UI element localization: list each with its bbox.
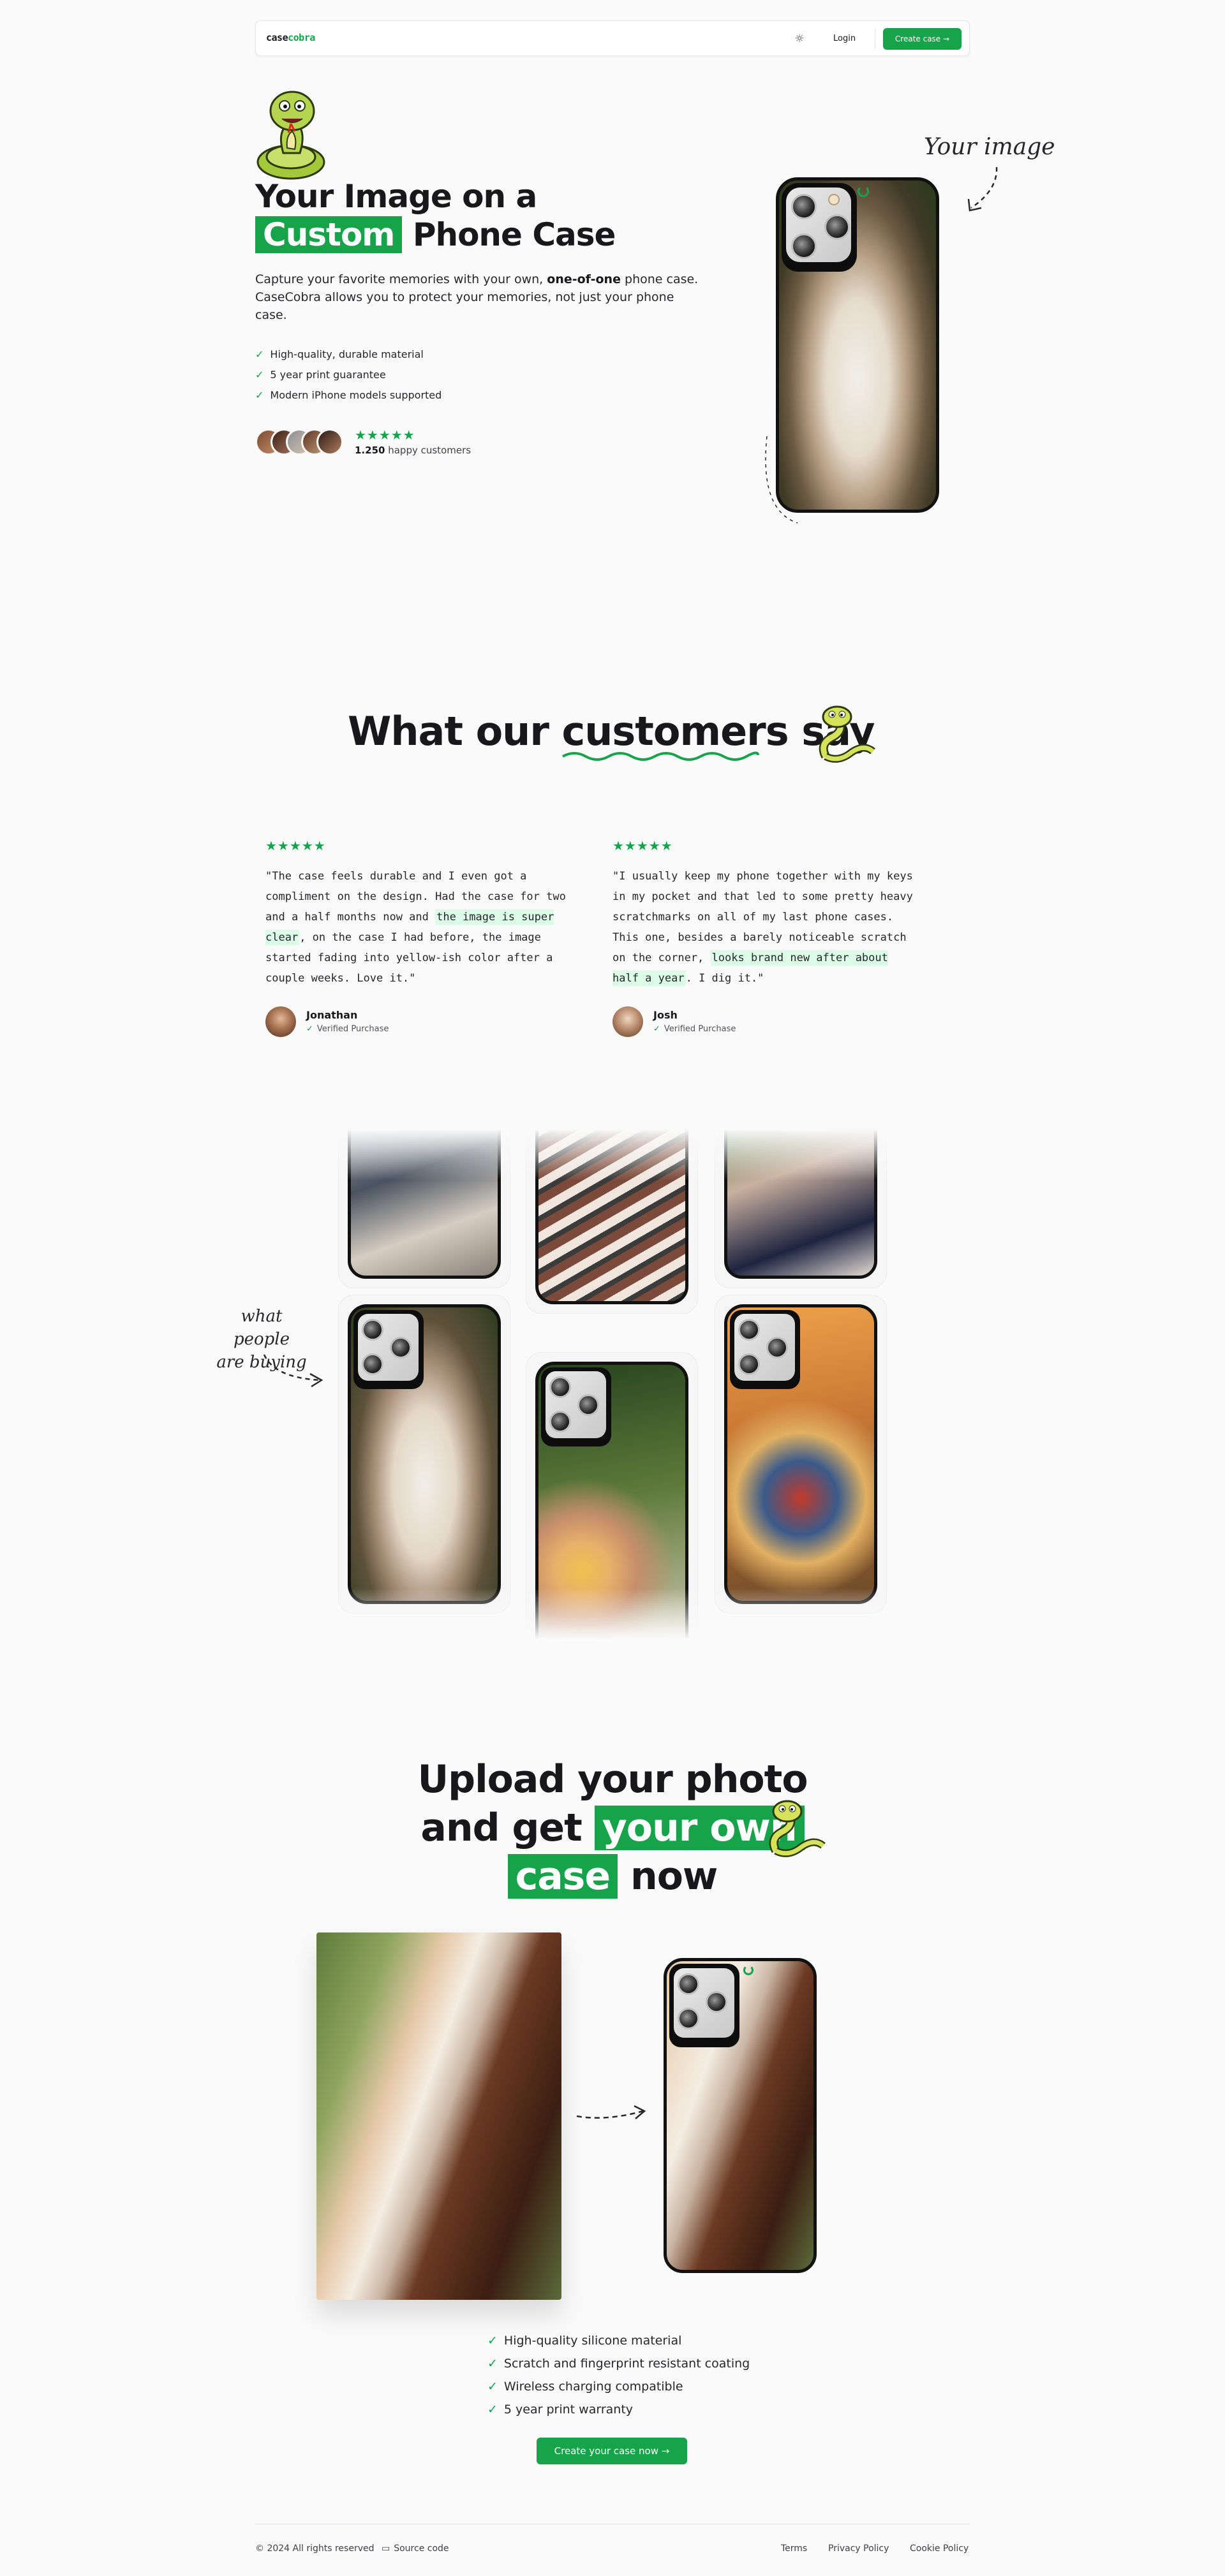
- check-icon: ✓: [255, 348, 264, 360]
- arrow-right-icon: →: [661, 2445, 670, 2457]
- source-photo: [316, 1932, 561, 2300]
- create-your-case-button[interactable]: Create your case now →: [537, 2438, 687, 2464]
- feature-list: ✓ High-quality, durable material ✓ 5 year …: [255, 344, 442, 406]
- cobra-logo-icon: [743, 1965, 754, 1975]
- your-image-annotation: Your image: [924, 134, 1055, 160]
- source-code-link[interactable]: ▭ Source code: [382, 2543, 449, 2554]
- phone-gallery: [332, 1129, 893, 1639]
- review-text: "I usually keep my phone together with m…: [612, 870, 913, 986]
- review-card: ★★★★★ "I usually keep my phone together …: [612, 838, 919, 1038]
- create-case-button[interactable]: Create case →: [883, 28, 961, 50]
- hero-phone-case: [776, 177, 939, 513]
- hero-title: Your Image on a Custom Phone Case: [255, 178, 616, 253]
- reviewer: Josh ✓ Verified Purchase: [612, 1006, 919, 1038]
- benefit-list: ✓ High-quality silicone material ✓ Scratch…: [487, 2329, 750, 2421]
- copyright: © 2024 All rights reserved: [255, 2543, 375, 2554]
- gallery-card: [338, 1295, 510, 1614]
- gallery-card: [715, 1295, 887, 1614]
- testimonials-title: What our customers say: [348, 708, 875, 761]
- code-icon: ▭: [382, 2543, 390, 2554]
- hero-description: Capture your favorite memories with your…: [255, 272, 699, 322]
- navbar: casecobra ☼ Login Create case →: [255, 20, 970, 56]
- cobra-logo-icon: [858, 186, 869, 197]
- check-icon: ✓: [255, 369, 264, 381]
- list-item: ✓ High-quality silicone material: [487, 2334, 682, 2348]
- title-emphasis: customers: [561, 708, 789, 761]
- list-item: ✓ Modern iPhone models supported: [255, 389, 442, 401]
- list-item: ✓ 5 year print guarantee: [255, 369, 386, 381]
- avatar: [316, 429, 343, 455]
- reviewer: Jonathan ✓ Verified Purchase: [265, 1006, 572, 1038]
- rating-stars: ★★★★★: [612, 838, 673, 853]
- customer-avatars: [255, 429, 345, 457]
- arrow-right-icon: →: [943, 34, 950, 43]
- snake-mascot-icon: [819, 705, 875, 763]
- login-link[interactable]: Login: [833, 31, 856, 47]
- happy-customers: 1.250 happy customers: [355, 445, 471, 456]
- snake-mascot-icon: [769, 1800, 826, 1857]
- sun-icon[interactable]: ☼: [792, 31, 807, 47]
- check-icon: ✓: [487, 2380, 498, 2394]
- result-phone-case: [664, 1958, 817, 2273]
- check-icon: ✓: [306, 1024, 313, 1034]
- list-item: ✓ High-quality, durable material: [255, 348, 424, 360]
- avatar: [265, 1006, 296, 1037]
- terms-link[interactable]: Terms: [781, 2543, 807, 2554]
- privacy-policy-link[interactable]: Privacy Policy: [828, 2543, 889, 2554]
- check-icon: ✓: [487, 2334, 498, 2348]
- cookie-policy-link[interactable]: Cookie Policy: [910, 2543, 969, 2554]
- check-icon: ✓: [487, 2403, 498, 2417]
- check-icon: ✓: [653, 1024, 660, 1034]
- rating-stars: ★★★★★: [265, 838, 326, 853]
- list-item: ✓ 5 year print warranty: [487, 2403, 634, 2417]
- avatar: [612, 1006, 643, 1037]
- check-icon: ✓: [255, 389, 264, 401]
- verified-badge: ✓ Verified Purchase: [306, 1024, 389, 1034]
- verified-badge: ✓ Verified Purchase: [653, 1024, 736, 1034]
- rating-stars: ★★★★★: [355, 427, 415, 443]
- review-text: "The case feels durable and I even got a…: [265, 870, 566, 985]
- logo-link[interactable]: casecobra: [266, 32, 315, 43]
- review-card: ★★★★★ "The case feels durable and I even…: [265, 838, 572, 1038]
- snake-mascot-icon: [256, 91, 325, 180]
- hero-title-highlight: Custom: [255, 216, 403, 253]
- list-item: ✓ Scratch and fingerprint resistant coati…: [487, 2357, 750, 2371]
- curved-arrow-icon: [263, 1354, 323, 1388]
- wavy-underline-icon: [562, 751, 760, 761]
- curved-arrow-icon: [967, 166, 998, 212]
- check-icon: ✓: [487, 2357, 498, 2371]
- reviewer-name: Jonathan: [306, 1009, 358, 1021]
- dashed-arrow-icon: [576, 2105, 646, 2119]
- reviewer-name: Josh: [653, 1009, 678, 1021]
- list-item: ✓ Wireless charging compatible: [487, 2380, 683, 2394]
